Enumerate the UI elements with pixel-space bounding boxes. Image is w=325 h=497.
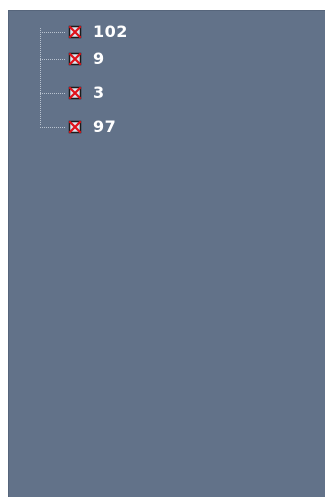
disabled-checkbox-icon[interactable] (67, 119, 83, 135)
tree-item-label: 102 (93, 22, 128, 41)
tree-branch-line (40, 92, 65, 94)
disabled-checkbox-icon[interactable] (67, 85, 83, 101)
tree-branch-line (40, 126, 65, 128)
disabled-checkbox-icon[interactable] (67, 51, 83, 67)
tree-connector-line (40, 28, 41, 125)
tree-item-label: 97 (93, 117, 117, 136)
tree-branch-line (40, 31, 65, 33)
tree-item-label: 9 (93, 49, 105, 68)
tree-item-label: 3 (93, 83, 105, 102)
disabled-checkbox-icon[interactable] (67, 24, 83, 40)
tree-item[interactable]: 97 (40, 117, 116, 137)
tree-item[interactable]: 102 (40, 22, 128, 42)
tree-panel: 102 9 3 97 (8, 10, 325, 497)
tree-item[interactable]: 3 (40, 83, 105, 103)
tree-item[interactable]: 9 (40, 49, 105, 69)
tree-branch-line (40, 58, 65, 60)
